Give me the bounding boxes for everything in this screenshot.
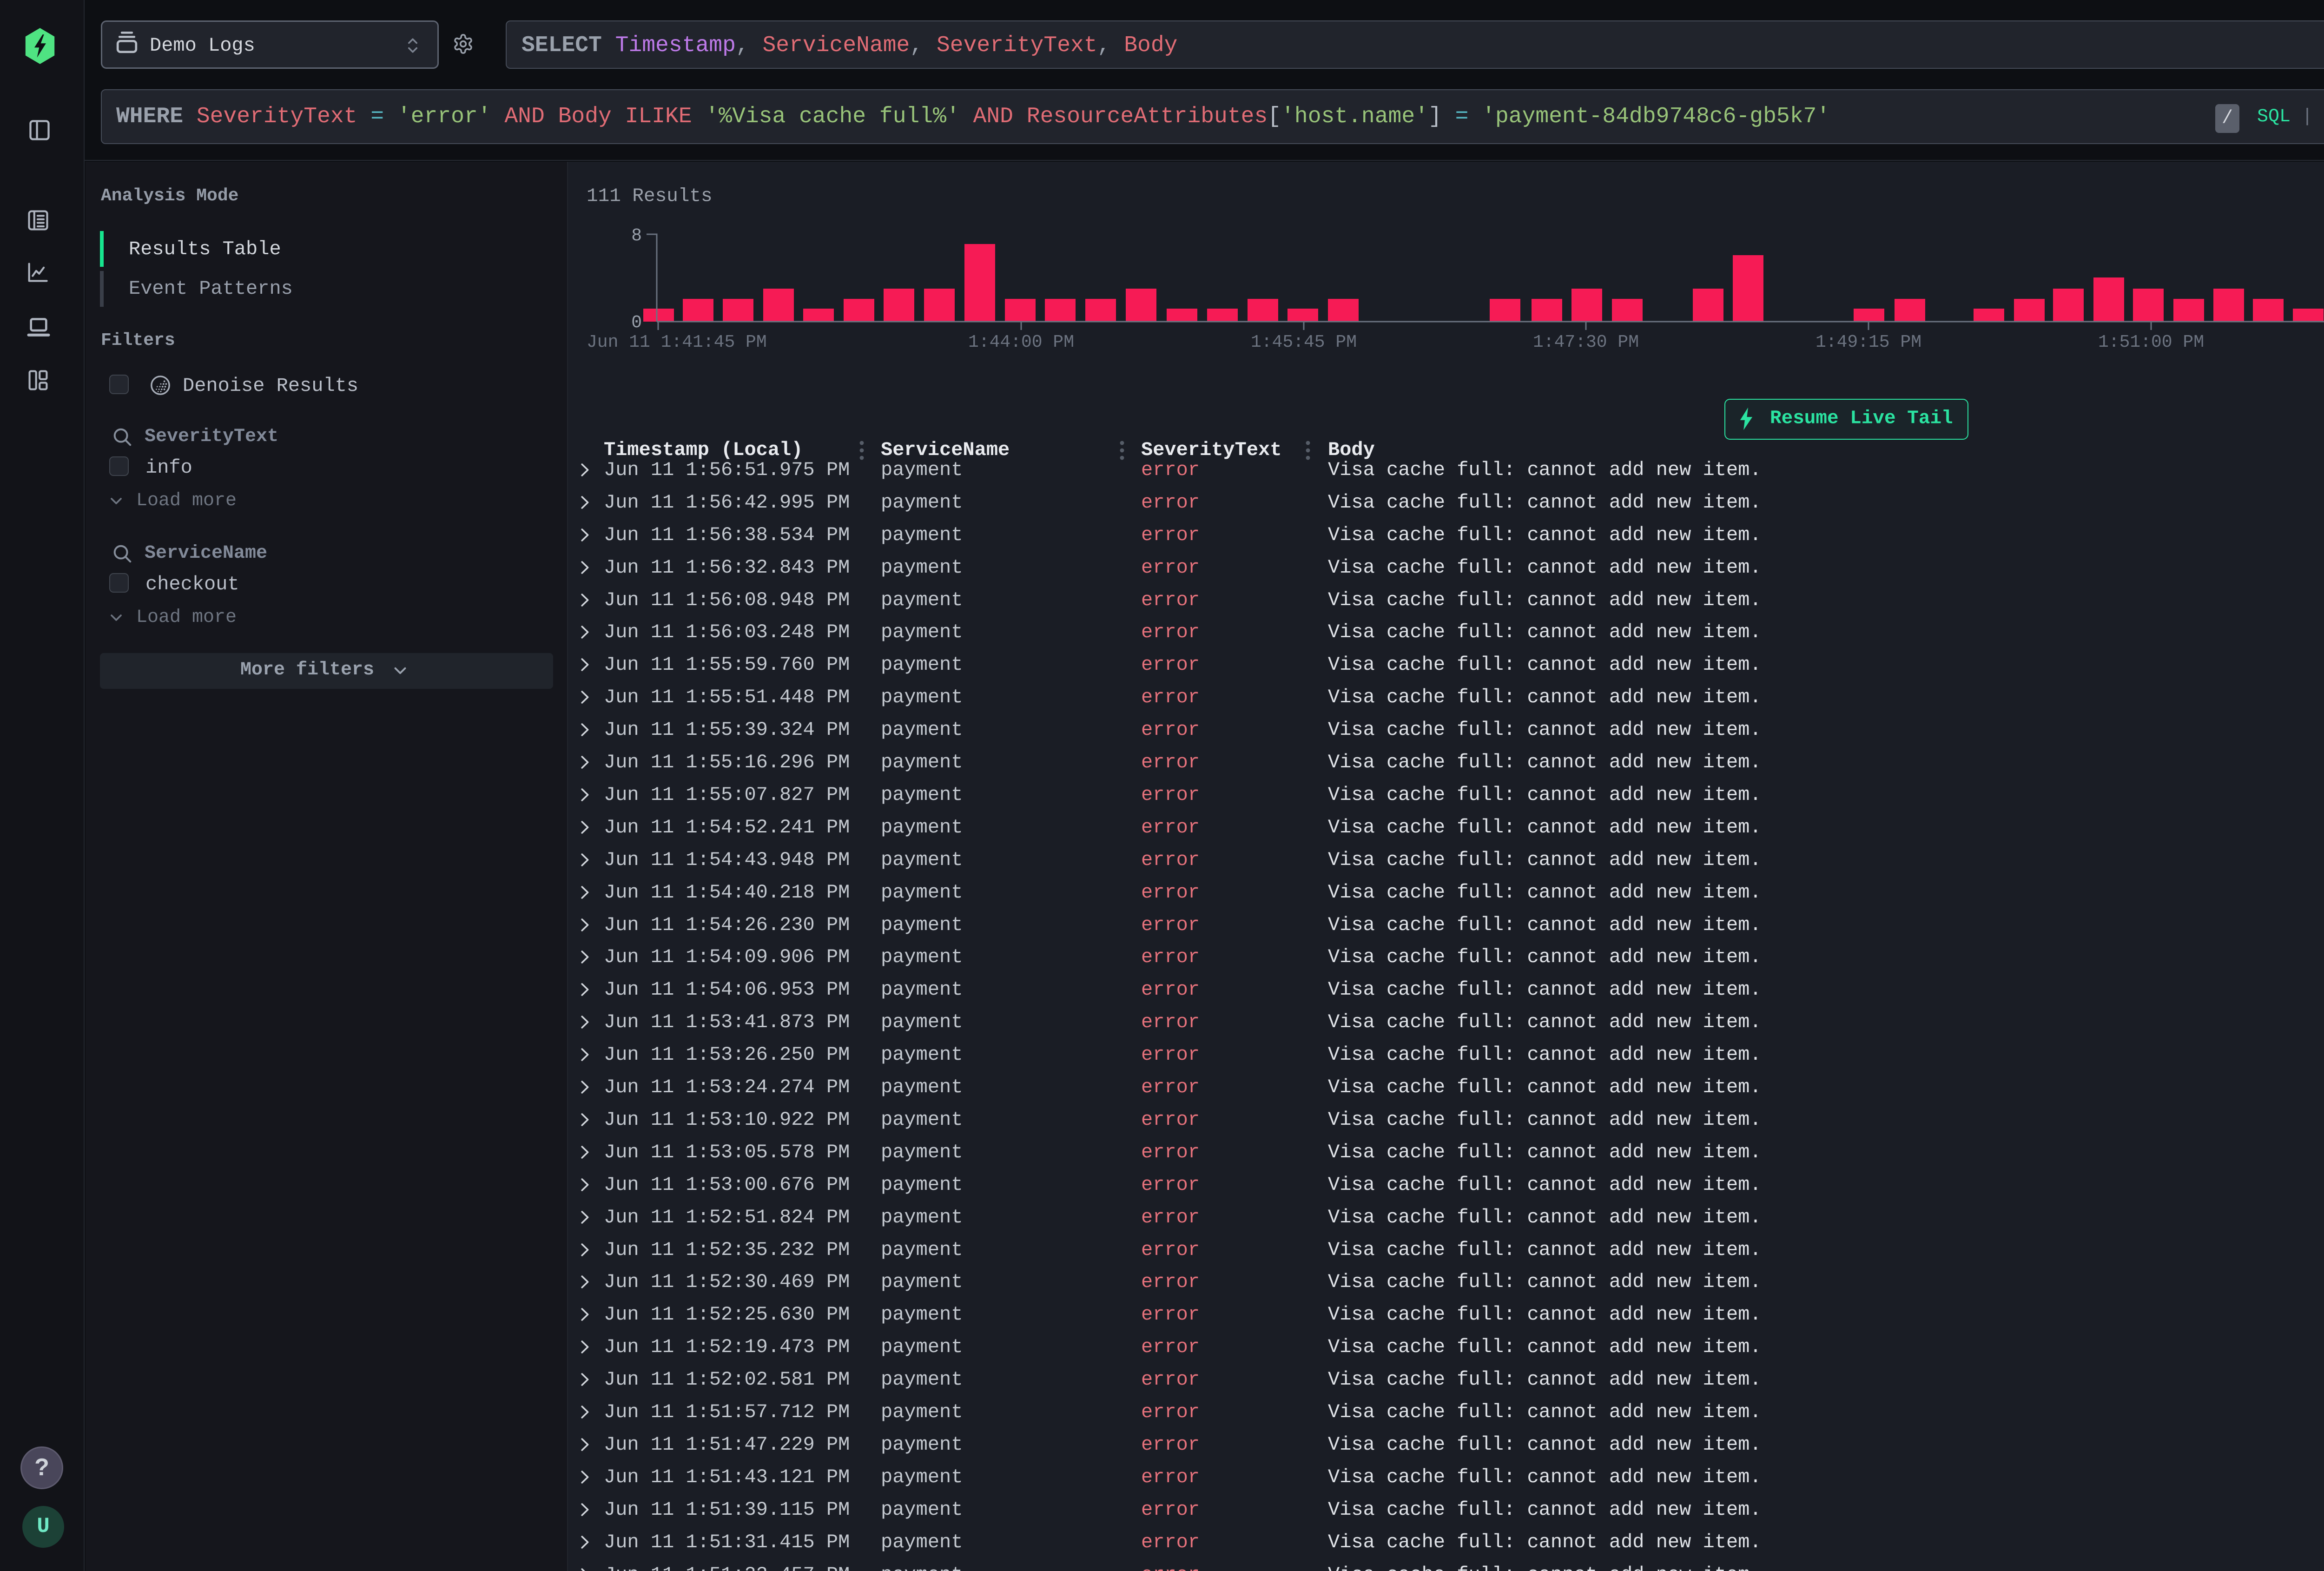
svg-text:1:51:00 PM: 1:51:00 PM [2098,332,2204,352]
svg-text:0: 0 [631,313,642,333]
svg-text:8: 8 [631,226,642,246]
svg-text:1:44:00 PM: 1:44:00 PM [968,332,1074,352]
svg-text:1:45:45 PM: 1:45:45 PM [1251,332,1357,352]
svg-text:1:47:30 PM: 1:47:30 PM [1533,332,1639,352]
svg-text:1:49:15 PM: 1:49:15 PM [1816,332,1921,352]
svg-text:Jun 11 1:41:45 PM: Jun 11 1:41:45 PM [587,332,767,352]
